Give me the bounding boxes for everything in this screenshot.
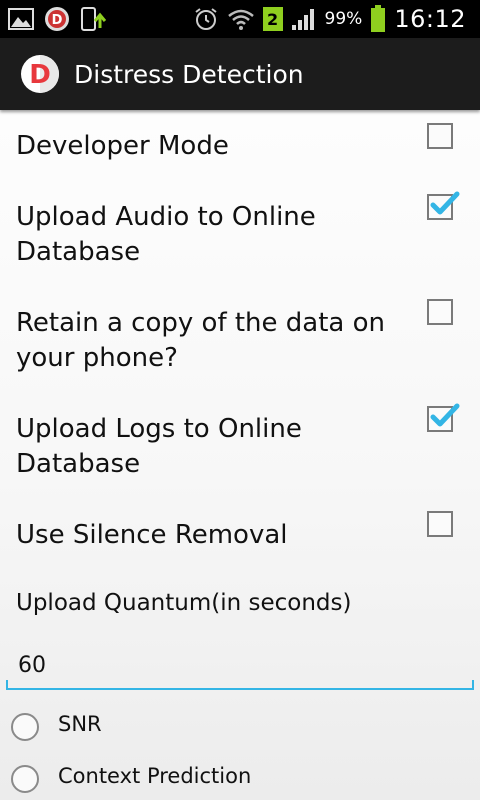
upload-logs-checkbox[interactable]: [427, 403, 460, 432]
svg-text:D: D: [52, 13, 63, 28]
context-prediction-radio-button[interactable]: [11, 765, 39, 793]
pref-label: Retain a copy of the data on your phone?: [16, 308, 386, 373]
upload-quantum-input[interactable]: [6, 642, 474, 690]
radio-context-prediction[interactable]: Context Prediction: [0, 756, 480, 800]
action-bar: D Distress Detection: [0, 38, 480, 110]
developer-mode-checkbox[interactable]: [427, 123, 453, 149]
clock-time: 16:12: [394, 5, 466, 33]
signal-bars-icon: [291, 7, 317, 31]
battery-percent: 99%: [324, 9, 363, 29]
status-bar: D 2 99% 16:12: [0, 0, 480, 38]
input-underline-left-edge: [6, 680, 8, 690]
snr-radio-button[interactable]: [11, 713, 39, 741]
pref-silence-removal[interactable]: Use Silence Removal: [0, 500, 480, 580]
battery-charging-icon: [370, 5, 386, 33]
pref-label: Developer Mode: [16, 131, 229, 161]
radio-label: Context Prediction: [58, 764, 252, 788]
upload-quantum-label: Upload Quantum(in seconds): [16, 590, 352, 616]
wifi-icon: [227, 7, 255, 31]
pref-label: Upload Audio to Online Database: [16, 202, 316, 267]
pref-retain-copy[interactable]: Retain a copy of the data on your phone?: [0, 288, 480, 394]
input-underline-right-edge: [472, 680, 474, 690]
pref-upload-logs[interactable]: Upload Logs to Online Database: [0, 394, 480, 500]
distress-app-icon: D: [44, 6, 70, 32]
radio-snr[interactable]: SNR: [0, 704, 480, 748]
pref-label: Upload Logs to Online Database: [16, 414, 302, 479]
checkmark-icon: [430, 191, 460, 215]
phone-upload-icon: [80, 6, 108, 32]
notification-count-badge: 2: [262, 7, 283, 31]
checkmark-icon: [430, 403, 460, 427]
retain-copy-checkbox[interactable]: [427, 299, 453, 325]
pref-upload-audio[interactable]: Upload Audio to Online Database: [0, 182, 480, 288]
app-logo-icon[interactable]: D: [20, 54, 60, 94]
radio-label: SNR: [58, 712, 102, 736]
pref-label: Use Silence Removal: [16, 520, 288, 550]
upload-audio-checkbox[interactable]: [427, 191, 460, 220]
app-logo-letter: D: [29, 60, 51, 90]
app-title: Distress Detection: [74, 59, 304, 89]
alarm-clock-icon: [193, 6, 219, 32]
pref-developer-mode[interactable]: Developer Mode: [0, 110, 480, 182]
silence-removal-checkbox[interactable]: [427, 511, 453, 537]
gallery-icon: [8, 8, 34, 30]
